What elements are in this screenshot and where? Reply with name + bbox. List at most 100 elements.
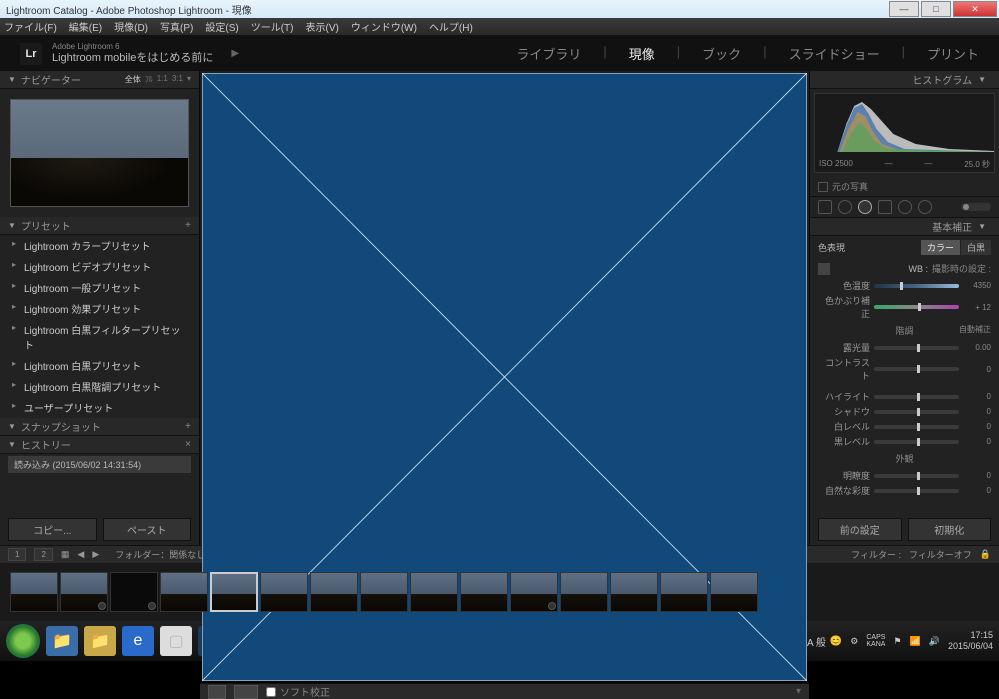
- tray-icon[interactable]: ⚑: [893, 636, 901, 647]
- add-snapshot-icon[interactable]: +: [185, 421, 191, 432]
- original-checkbox[interactable]: [818, 182, 828, 192]
- treatment-bw[interactable]: 白黒: [961, 240, 991, 255]
- maximize-button[interactable]: □: [921, 1, 951, 17]
- preset-folder[interactable]: ユーザープリセット: [0, 397, 199, 418]
- presets-header[interactable]: ▼ プリセット +: [0, 217, 199, 235]
- tray-network-icon[interactable]: 📶: [910, 636, 921, 647]
- zoom-fill[interactable]: ﾌﾙ: [145, 74, 153, 85]
- thumbnail[interactable]: [60, 572, 108, 612]
- menu-file[interactable]: ファイル(F): [4, 19, 57, 34]
- menu-photo[interactable]: 写真(P): [160, 19, 193, 34]
- module-book[interactable]: ブック: [702, 44, 741, 63]
- shadows-slider[interactable]: [874, 410, 959, 414]
- treatment-color[interactable]: カラー: [921, 240, 960, 255]
- preset-folder[interactable]: Lightroom 効果プリセット: [0, 298, 199, 319]
- prev-photo-icon[interactable]: ◀: [77, 549, 84, 560]
- gradient-tool-icon[interactable]: [878, 200, 892, 214]
- preset-folder[interactable]: Lightroom 白黒階調プリセット: [0, 376, 199, 397]
- system-clock[interactable]: 17:15 2015/06/04: [948, 630, 993, 652]
- snapshots-header[interactable]: ▼ スナップショット +: [0, 418, 199, 436]
- paste-button[interactable]: ペースト: [103, 518, 192, 541]
- menu-window[interactable]: ウィンドウ(W): [351, 19, 417, 34]
- filter-lock-icon[interactable]: 🔒: [980, 549, 991, 560]
- thumbnail[interactable]: [110, 572, 158, 612]
- auto-tone-button[interactable]: 自動補正: [959, 324, 991, 335]
- menu-develop[interactable]: 現像(D): [114, 19, 148, 34]
- add-preset-icon[interactable]: +: [185, 220, 191, 231]
- thumbnail[interactable]: [260, 572, 308, 612]
- menu-help[interactable]: ヘルプ(H): [429, 19, 473, 34]
- thumbnail[interactable]: [160, 572, 208, 612]
- history-item[interactable]: 読み込み (2015/06/02 14:31:54): [8, 456, 191, 473]
- clarity-slider[interactable]: [874, 474, 959, 478]
- tray-volume-icon[interactable]: 🔊: [929, 636, 940, 647]
- brush-tool-icon[interactable]: [918, 200, 932, 214]
- zoom-fit[interactable]: 全体: [125, 74, 141, 85]
- menu-edit[interactable]: 編集(E): [69, 19, 102, 34]
- thumbnail[interactable]: [410, 572, 458, 612]
- navigator-header[interactable]: ▼ ナビゲーター 全体 ﾌﾙ 1:1 3:1 ▾: [0, 71, 199, 89]
- zoom-3to1[interactable]: 3:1: [172, 74, 183, 85]
- preset-folder[interactable]: Lightroom 一般プリセット: [0, 277, 199, 298]
- thumbnail-selected[interactable]: [210, 572, 258, 612]
- history-header[interactable]: ▼ ヒストリー ×: [0, 436, 199, 454]
- vibrance-slider[interactable]: [874, 489, 959, 493]
- thumbnail[interactable]: [360, 572, 408, 612]
- exposure-slider[interactable]: [874, 346, 959, 350]
- zoom-menu-icon[interactable]: ▾: [187, 74, 191, 85]
- copy-button[interactable]: コピー...: [8, 518, 97, 541]
- panel-switch[interactable]: [961, 203, 991, 211]
- thumbnail[interactable]: [660, 572, 708, 612]
- module-library[interactable]: ライブラリ: [516, 44, 581, 63]
- eyedropper-icon[interactable]: [818, 263, 830, 275]
- radial-tool-icon[interactable]: [898, 200, 912, 214]
- reset-button[interactable]: 初期化: [908, 518, 992, 541]
- preset-folder[interactable]: Lightroom 白黒プリセット: [0, 355, 199, 376]
- thumbnail[interactable]: [310, 572, 358, 612]
- toolbar-menu-icon[interactable]: ▾: [796, 686, 801, 697]
- blacks-slider[interactable]: [874, 440, 959, 444]
- module-develop[interactable]: 現像: [629, 44, 655, 63]
- taskbar-ie-icon[interactable]: e: [122, 626, 154, 656]
- start-button[interactable]: [6, 624, 40, 658]
- taskbar-app-icon[interactable]: ▢: [160, 626, 192, 656]
- close-button[interactable]: ✕: [953, 1, 997, 17]
- temp-slider[interactable]: [874, 284, 959, 288]
- thumbnail[interactable]: [560, 572, 608, 612]
- whites-slider[interactable]: [874, 425, 959, 429]
- tint-slider[interactable]: [874, 305, 959, 309]
- taskbar-app-icon[interactable]: 📁: [84, 626, 116, 656]
- basic-header[interactable]: 基本補正 ▼: [810, 218, 999, 236]
- mobile-prompt[interactable]: Lightroom mobileをはじめる前に: [52, 52, 213, 65]
- menu-view[interactable]: 表示(V): [305, 19, 338, 34]
- thumbnail[interactable]: [460, 572, 508, 612]
- spot-tool-icon[interactable]: [838, 200, 852, 214]
- preset-folder[interactable]: Lightroom 白黒フィルタープリセット: [0, 319, 199, 355]
- grid-icon[interactable]: ▦: [61, 549, 70, 560]
- play-icon[interactable]: ▶: [231, 48, 239, 59]
- folder-path[interactable]: フォルダー：関係なし: [115, 548, 205, 561]
- taskbar-app-icon[interactable]: 📁: [46, 626, 78, 656]
- clear-history-icon[interactable]: ×: [185, 439, 191, 450]
- histogram-display[interactable]: ISO 2500 — — 25.0 秒: [814, 93, 995, 173]
- minimize-button[interactable]: —: [889, 1, 919, 17]
- ime-mode[interactable]: A 般: [807, 634, 826, 649]
- before-after-icon[interactable]: [234, 685, 258, 699]
- wb-preset[interactable]: 撮影時の設定 :: [932, 262, 991, 275]
- crop-tool-icon[interactable]: [818, 200, 832, 214]
- thumbnail[interactable]: [710, 572, 758, 612]
- filter-off[interactable]: フィルターオフ: [909, 548, 972, 561]
- thumbnail[interactable]: [10, 572, 58, 612]
- softproof-checkbox[interactable]: [266, 687, 276, 697]
- loupe-view-icon[interactable]: [208, 685, 226, 699]
- thumbnail[interactable]: [510, 572, 558, 612]
- thumbnail[interactable]: [610, 572, 658, 612]
- navigator-preview[interactable]: [10, 99, 189, 207]
- tray-icon[interactable]: ⚙: [850, 636, 858, 647]
- preset-folder[interactable]: Lightroom カラープリセット: [0, 235, 199, 256]
- redeye-tool-icon[interactable]: [858, 200, 872, 214]
- menu-tools[interactable]: ツール(T): [251, 19, 294, 34]
- highlights-slider[interactable]: [874, 395, 959, 399]
- preset-folder[interactable]: Lightroom ビデオプリセット: [0, 256, 199, 277]
- histogram-header[interactable]: ヒストグラム ▼: [810, 71, 999, 89]
